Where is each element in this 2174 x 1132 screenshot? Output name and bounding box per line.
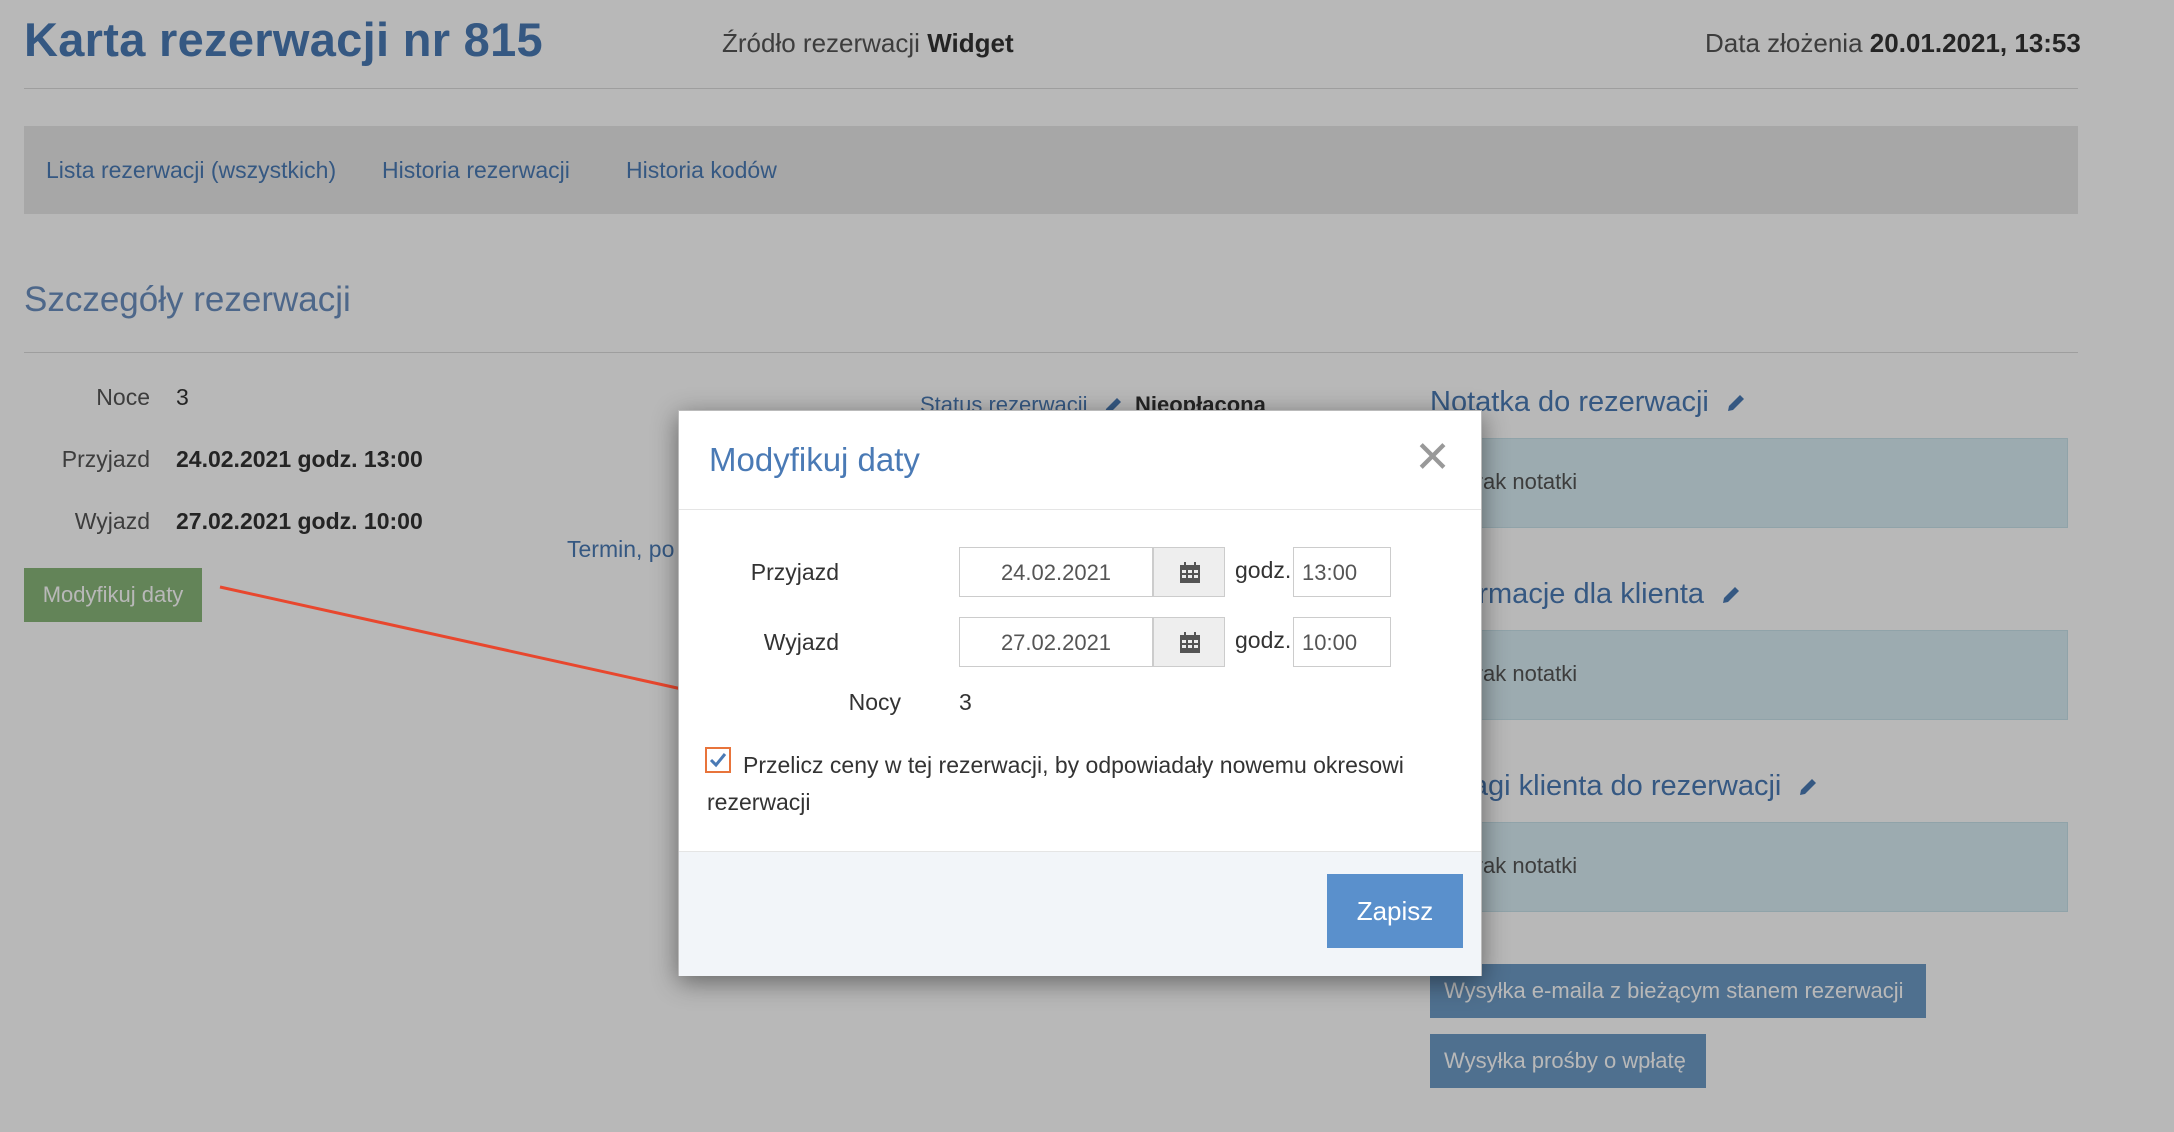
calendar-icon [1180,562,1200,583]
calendar-icon [1180,632,1200,653]
recalc-prices-checkbox[interactable] [705,747,731,773]
modal-header: Modyfikuj daty ✕ [679,411,1481,510]
save-button[interactable]: Zapisz [1327,874,1463,948]
departure-calendar-button[interactable] [1153,617,1225,667]
modal-arrival-label: Przyjazd [750,559,839,585]
departure-time-input[interactable]: 10:00 [1293,617,1391,667]
close-icon[interactable]: ✕ [1408,435,1457,481]
arrival-date-input[interactable]: 24.02.2021 [959,547,1153,597]
modal-footer: Zapisz [679,851,1481,976]
arrival-godz-label: godz. [1235,557,1292,583]
recalc-prices-label[interactable]: Przelicz ceny w tej rezerwacji, by odpow… [707,747,1427,821]
arrival-calendar-button[interactable] [1153,547,1225,597]
modify-dates-modal: Modyfikuj daty ✕ Przyjazd 24.02.2021 god… [678,410,1482,976]
checkmark-icon [709,753,727,768]
modal-departure-label: Wyjazd [763,629,839,655]
modal-nights-value: 3 [959,689,972,715]
modal-title: Modyfikuj daty [709,441,920,478]
departure-date-input[interactable]: 27.02.2021 [959,617,1153,667]
departure-godz-label: godz. [1235,627,1292,653]
modal-nights-label: Nocy [848,689,901,715]
arrival-time-input[interactable]: 13:00 [1293,547,1391,597]
